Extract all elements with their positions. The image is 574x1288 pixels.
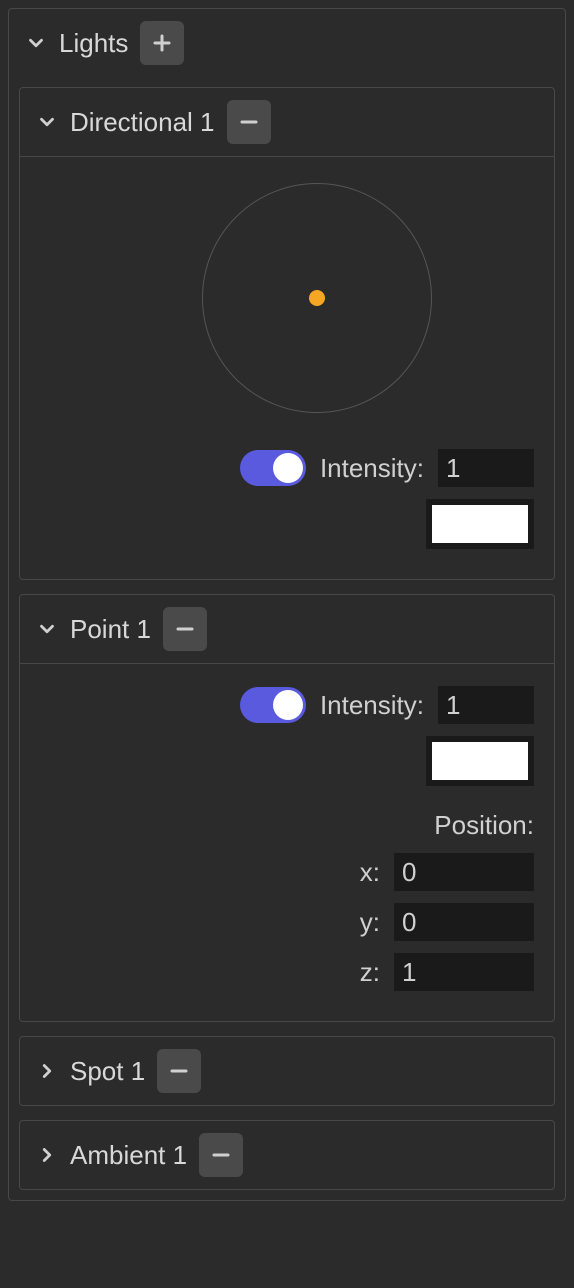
axis-label-y: y: <box>360 907 380 938</box>
position-z-row: z: <box>40 947 534 997</box>
intensity-row: Intensity: <box>40 680 534 730</box>
position-y-row: y: <box>40 897 534 947</box>
position-z-input[interactable] <box>394 953 534 991</box>
enable-toggle[interactable] <box>240 687 306 723</box>
position-x-input[interactable] <box>394 853 534 891</box>
light-item-point: Point 1 Intensity: Position: x: <box>19 594 555 1022</box>
add-light-button[interactable] <box>140 21 184 65</box>
lights-panel-title: Lights <box>59 28 128 59</box>
light-title: Spot 1 <box>70 1056 145 1087</box>
color-row <box>40 730 534 792</box>
direction-circle[interactable] <box>202 183 432 413</box>
light-body-directional: Intensity: <box>20 156 554 579</box>
color-row <box>40 493 534 555</box>
chevron-down-icon[interactable] <box>36 111 58 133</box>
chevron-down-icon[interactable] <box>36 618 58 640</box>
color-swatch[interactable] <box>426 499 534 549</box>
light-item-ambient: Ambient 1 <box>19 1120 555 1190</box>
intensity-label: Intensity: <box>320 690 424 721</box>
color-swatch[interactable] <box>426 736 534 786</box>
intensity-input[interactable] <box>438 449 534 487</box>
enable-toggle[interactable] <box>240 450 306 486</box>
chevron-down-icon[interactable] <box>25 32 47 54</box>
position-label: Position: <box>40 792 534 847</box>
lights-panel: Lights Directional 1 <box>8 8 566 1201</box>
light-item-spot: Spot 1 <box>19 1036 555 1106</box>
intensity-label: Intensity: <box>320 453 424 484</box>
intensity-input[interactable] <box>438 686 534 724</box>
position-y-input[interactable] <box>394 903 534 941</box>
remove-light-button[interactable] <box>199 1133 243 1177</box>
lights-panel-header: Lights <box>9 9 565 77</box>
remove-light-button[interactable] <box>227 100 271 144</box>
remove-light-button[interactable] <box>163 607 207 651</box>
remove-light-button[interactable] <box>157 1049 201 1093</box>
direction-dot-icon[interactable] <box>309 290 325 306</box>
light-header-point: Point 1 <box>20 595 554 663</box>
axis-label-x: x: <box>360 857 380 888</box>
lights-list: Directional 1 Intensity: <box>9 77 565 1200</box>
chevron-right-icon[interactable] <box>36 1144 58 1166</box>
axis-label-z: z: <box>360 957 380 988</box>
light-title: Ambient 1 <box>70 1140 187 1171</box>
light-header-ambient: Ambient 1 <box>20 1121 554 1189</box>
position-x-row: x: <box>40 847 534 897</box>
light-item-directional: Directional 1 Intensity: <box>19 87 555 580</box>
light-header-directional: Directional 1 <box>20 88 554 156</box>
light-title: Point 1 <box>70 614 151 645</box>
intensity-row: Intensity: <box>40 443 534 493</box>
light-header-spot: Spot 1 <box>20 1037 554 1105</box>
chevron-right-icon[interactable] <box>36 1060 58 1082</box>
light-title: Directional 1 <box>70 107 215 138</box>
light-body-point: Intensity: Position: x: y: z: <box>20 663 554 1021</box>
direction-widget[interactable] <box>40 173 534 443</box>
